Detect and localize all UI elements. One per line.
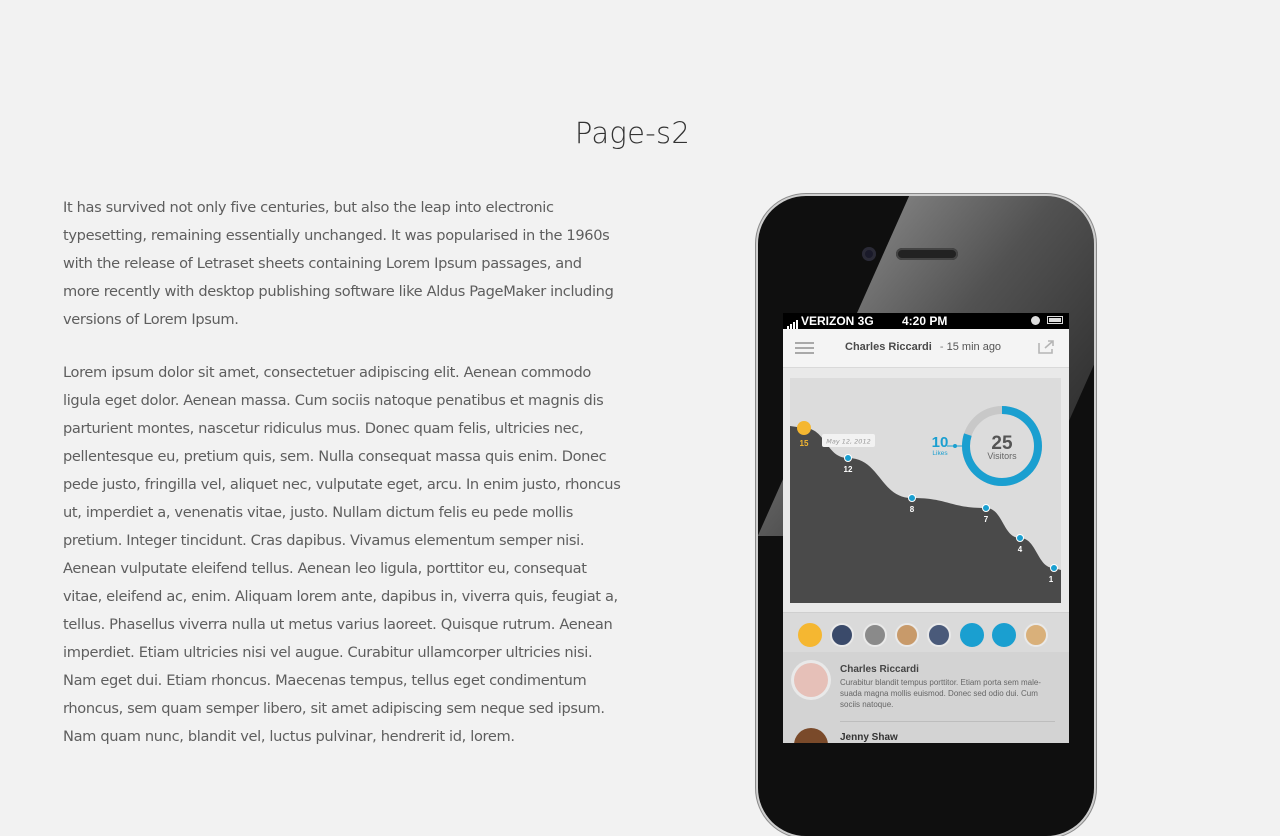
visitors-label: Visitors — [987, 451, 1017, 461]
header-separator: - — [939, 341, 944, 353]
comment-author: Charles Riccardi — [840, 664, 919, 675]
avatar-man2[interactable] — [927, 623, 952, 647]
carrier-text: VERIZON 3G — [801, 314, 874, 328]
area-chart: 15 12 8 7 4 1 May 12, 2012 25 Visitors 10 Lik… — [790, 404, 1061, 603]
avatar-gray[interactable] — [862, 623, 887, 647]
share-icon[interactable] — [1038, 340, 1055, 354]
chart-point-label: 1 — [1049, 575, 1054, 584]
avatar-blue[interactable] — [959, 623, 984, 647]
paragraph-1: It has survived not only five centuries,… — [63, 199, 614, 328]
comment-avatar-2[interactable] — [794, 728, 828, 743]
chart-point[interactable] — [908, 494, 916, 502]
alarm-icon — [1031, 316, 1040, 325]
speaker-grille — [896, 248, 958, 260]
chart-point-label: 15 — [800, 439, 809, 448]
body-text: It has survived not only five centuries,… — [63, 194, 621, 776]
chart-point[interactable] — [1050, 564, 1058, 572]
comment-text: Curabitur blandit tempus porttitor. Etia… — [840, 678, 1041, 709]
page-title: Page-s2 — [574, 116, 691, 150]
chart-point[interactable] — [844, 454, 852, 462]
menu-icon[interactable] — [795, 342, 814, 355]
chart-point-label: 4 — [1018, 545, 1023, 554]
chart-point[interactable] — [797, 421, 811, 435]
battery-icon — [1047, 316, 1063, 324]
comment-avatar[interactable] — [794, 663, 828, 697]
date-tag: May 12, 2012 — [822, 434, 875, 447]
chart-point-label: 7 — [984, 515, 989, 524]
phone-screen: VERIZON 3G 4:20 PM Charles Riccardi - 15… — [783, 313, 1069, 743]
date-tag-text: May 12, 2012 — [826, 438, 870, 446]
avatar-blue2[interactable] — [991, 623, 1016, 647]
header-time-ago: 15 min ago — [946, 341, 1002, 353]
chart-point-label: 12 — [844, 465, 853, 474]
chart-point-label: 8 — [910, 505, 915, 514]
header-user: Charles Riccardi — [845, 341, 932, 353]
avatar-man[interactable] — [830, 623, 855, 647]
signal-icon — [787, 313, 799, 329]
chart-point[interactable] — [982, 504, 990, 512]
comment-list: Charles Riccardi Curabitur blandit tempu… — [783, 652, 1069, 743]
avatar-orange[interactable] — [798, 623, 822, 647]
iphone-mockup: VERIZON 3G 4:20 PM Charles Riccardi - 15… — [758, 196, 1094, 836]
chart-point[interactable] — [1016, 534, 1024, 542]
likes-label: Likes — [932, 450, 948, 457]
avatars-row — [783, 612, 1069, 653]
likes-value: 10 — [932, 434, 949, 451]
paragraph-2: Lorem ipsum dolor sit amet, consectetuer… — [63, 364, 621, 745]
avatar-woman[interactable] — [894, 623, 919, 647]
camera-icon — [862, 247, 876, 261]
comment-divider — [840, 721, 1055, 722]
app-header: Charles Riccardi - 15 min ago — [783, 329, 1069, 368]
status-bar: VERIZON 3G 4:20 PM — [783, 313, 1069, 329]
comment-author-2: Jenny Shaw — [840, 732, 898, 743]
avatar-woman2[interactable] — [1024, 623, 1049, 647]
visitors-gauge: 25 Visitors — [960, 404, 1044, 488]
carrier-label: VERIZON 3G — [787, 313, 874, 329]
stats-chart: 15 12 8 7 4 1 May 12, 2012 25 Visitors 10 — [790, 378, 1061, 603]
status-time: 4:20 PM — [902, 314, 948, 328]
header-title: Charles Riccardi - 15 min ago — [845, 341, 1001, 353]
